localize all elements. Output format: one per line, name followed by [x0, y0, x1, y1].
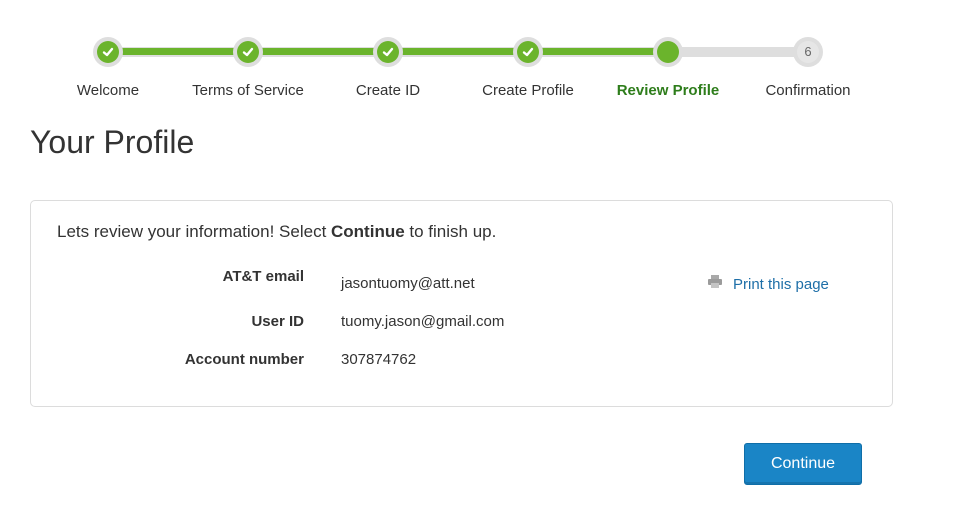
att-email-label: AT&T email: [222, 268, 304, 285]
review-card: Lets review your information! Select Con…: [30, 200, 893, 407]
user-id-value: tuomy.jason@gmail.com: [341, 313, 505, 330]
step-confirmation-dot: 6: [793, 37, 823, 67]
print-page-label: Print this page: [733, 275, 829, 293]
review-intro: Lets review your information! Select Con…: [57, 222, 496, 242]
step-label-create-id: Create ID: [355, 82, 421, 99]
continue-button[interactable]: Continue: [744, 443, 862, 485]
att-email-value: jasontuomy@att.net: [341, 275, 475, 292]
step-review-profile-current-dot: [653, 37, 683, 67]
review-intro-suffix: to finish up.: [404, 222, 497, 241]
print-page-link[interactable]: Print this page: [707, 274, 829, 294]
step-label-create-profile: Create Profile: [482, 82, 574, 99]
account-number-label: Account number: [184, 351, 304, 368]
account-number-value: 307874762: [341, 351, 417, 368]
printer-icon: [707, 274, 723, 294]
review-intro-prefix: Lets review your information! Select: [57, 222, 332, 241]
step-create-profile-check-icon: [513, 37, 543, 67]
step-terms-check-icon: [233, 37, 263, 67]
step-label-terms-of-service: Terms of Service: [192, 82, 304, 99]
progress-stepper: 6 Welcome Terms of Service Create ID Cre…: [0, 0, 957, 110]
user-id-label: User ID: [251, 313, 304, 330]
step-welcome-check-icon: [93, 37, 123, 67]
step-label-review-profile: Review Profile: [616, 82, 720, 99]
step-label-welcome: Welcome: [76, 82, 140, 99]
review-intro-bold: Continue: [331, 222, 405, 241]
step-create-id-check-icon: [373, 37, 403, 67]
step-label-confirmation: Confirmation: [765, 82, 851, 99]
step-confirmation-number: 6: [804, 44, 812, 59]
page-title: Your Profile: [30, 124, 195, 160]
